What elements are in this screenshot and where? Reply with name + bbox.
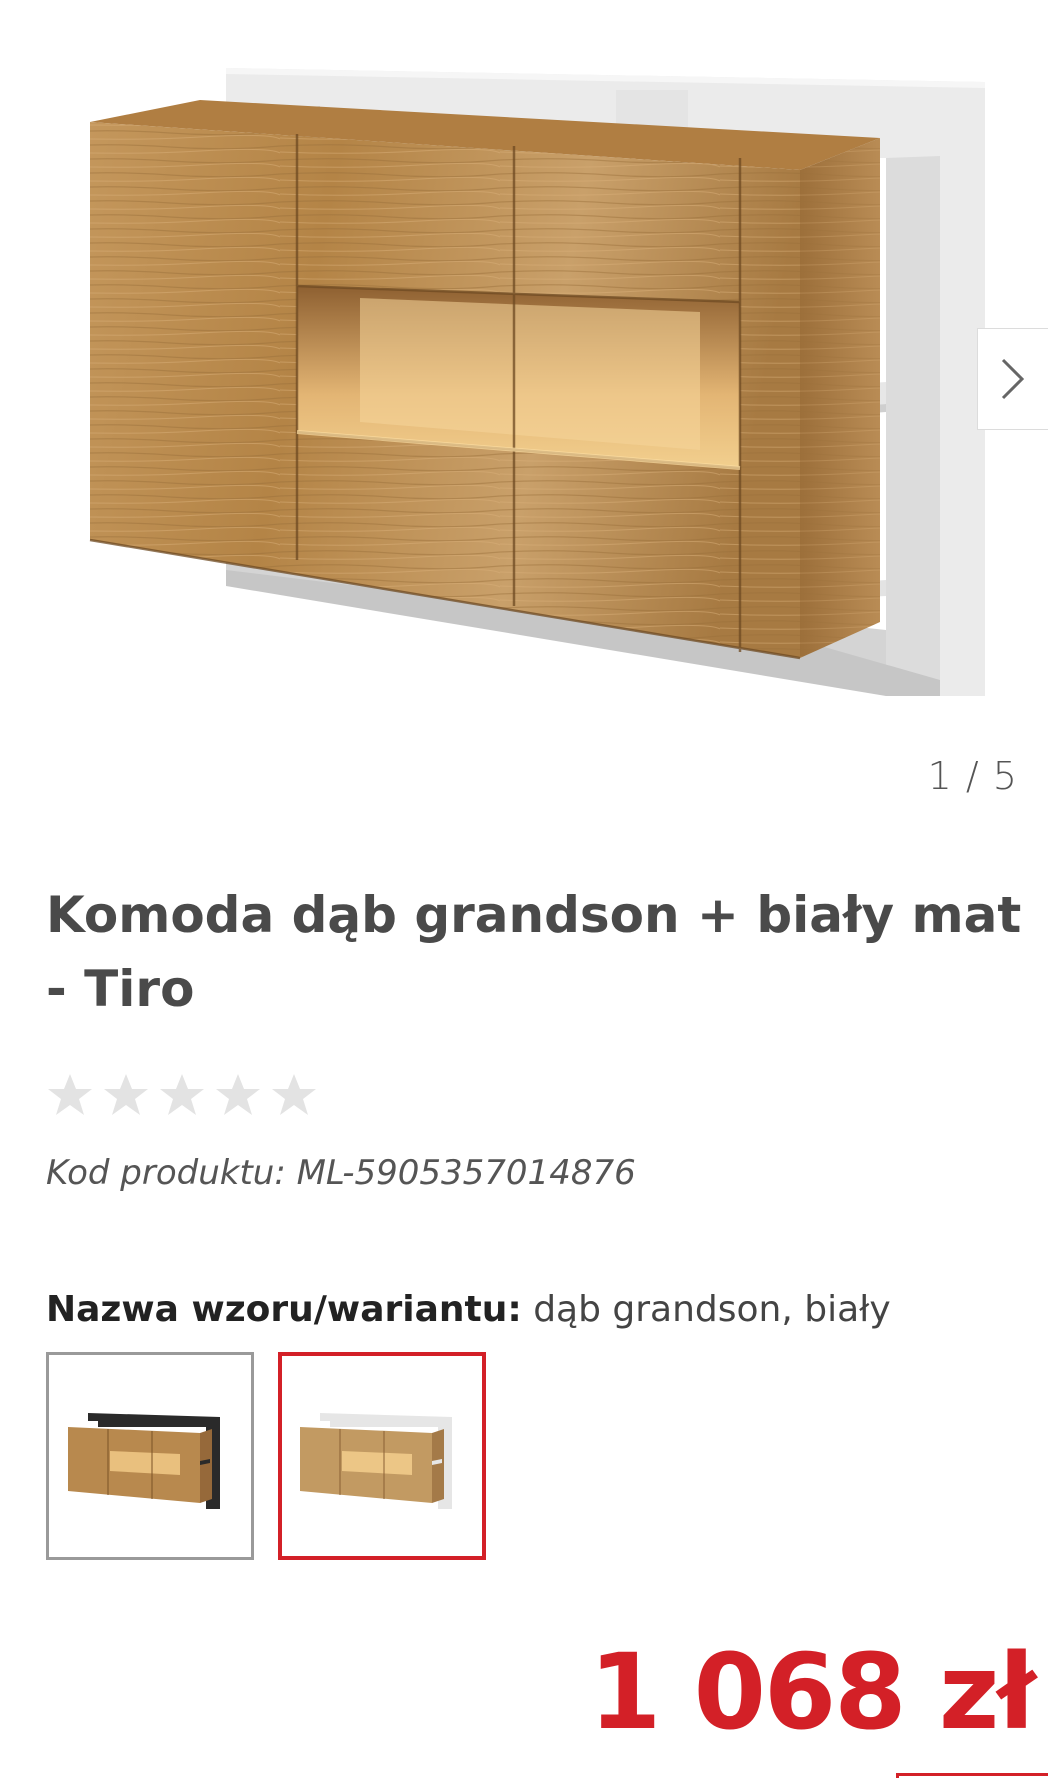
rating-stars[interactable] [46, 1072, 318, 1118]
add-to-cart-button[interactable] [896, 1773, 1048, 1778]
star-icon[interactable] [102, 1072, 150, 1118]
variant-label: Nazwa wzoru/wariantu: [46, 1289, 522, 1330]
product-title: Komoda dąb grandson + biały mat - Tiro [46, 886, 1022, 1018]
image-counter: 1 / 5 [927, 754, 1018, 798]
star-icon[interactable] [270, 1072, 318, 1118]
variant-swatch-white[interactable] [278, 1352, 486, 1560]
next-image-button[interactable] [977, 328, 1048, 430]
product-gallery[interactable]: 1 / 5 [0, 0, 1048, 798]
star-icon[interactable] [214, 1072, 262, 1118]
variant-heading: Nazwa wzoru/wariantu: dąb grandson, biał… [46, 1289, 891, 1330]
variant-value: dąb grandson, biały [533, 1289, 891, 1330]
product-price: 1 068 zł [589, 1631, 1036, 1753]
product-main-image[interactable] [60, 30, 1000, 720]
star-icon[interactable] [46, 1072, 94, 1118]
chevron-right-icon [1001, 358, 1025, 400]
variant-thumbnail-white [300, 1413, 452, 1509]
star-icon[interactable] [158, 1072, 206, 1118]
variant-swatches [46, 1352, 486, 1560]
product-code: Kod produktu: ML-5905357014876 [46, 1153, 636, 1193]
variant-swatch-black[interactable] [46, 1352, 254, 1560]
variant-thumbnail-black [68, 1413, 220, 1509]
